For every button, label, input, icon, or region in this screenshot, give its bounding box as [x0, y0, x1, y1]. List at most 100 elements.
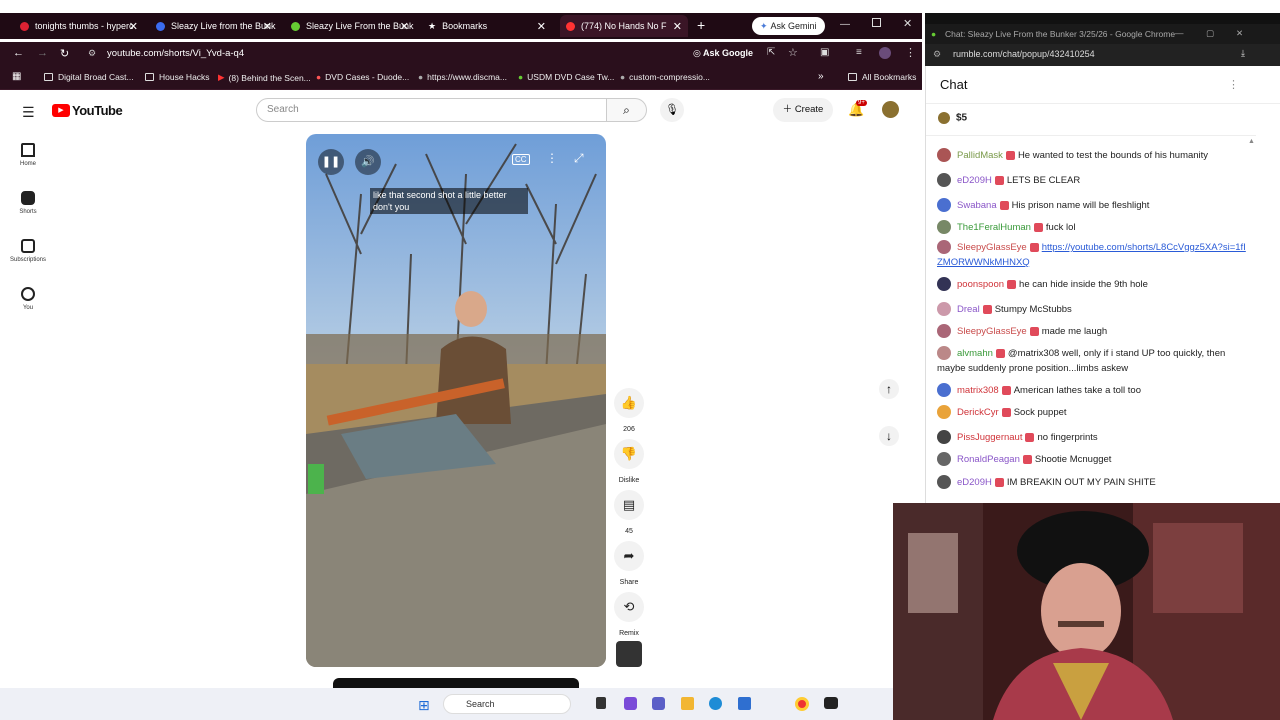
- search-button[interactable]: ⌕: [607, 98, 647, 122]
- download-icon[interactable]: ⤓: [1241, 48, 1245, 59]
- youtube-logo[interactable]: ▶ YouTube: [52, 103, 123, 118]
- bookmark-item[interactable]: ▶ (8) Behind the Scen...: [218, 72, 311, 83]
- chat-username[interactable]: poonspoon: [957, 279, 1004, 290]
- url-field[interactable]: youtube.com/shorts/Vi_Yvd-a-q4: [107, 48, 244, 59]
- taskbar-search[interactable]: Search: [443, 694, 571, 714]
- comments-button[interactable]: ▤ 45: [614, 490, 644, 535]
- chat-username[interactable]: SleepyGlassEye: [957, 326, 1027, 337]
- tip-pill[interactable]: $5: [938, 112, 967, 124]
- maximize-button[interactable]: ▢: [1206, 28, 1214, 39]
- volume-button[interactable]: 🔊: [355, 149, 381, 175]
- store-icon[interactable]: [738, 697, 751, 710]
- short-video-player[interactable]: ❚❚ 🔊 CC ⋮ ⤢ like that second shot a litt…: [306, 134, 606, 667]
- like-button[interactable]: 👍 206: [614, 388, 644, 433]
- task-view-icon[interactable]: [596, 697, 606, 709]
- account-avatar[interactable]: [882, 101, 899, 118]
- chat-username[interactable]: PallidMask: [957, 150, 1003, 161]
- chat-username[interactable]: eD209H: [957, 175, 992, 186]
- tab-3[interactable]: Sleazy Live From the Bunk ✕: [285, 15, 415, 37]
- profile-avatar[interactable]: [879, 47, 891, 59]
- more-bookmarks-icon[interactable]: »: [818, 71, 824, 82]
- chat-url[interactable]: rumble.com/chat/popup/432410254: [953, 49, 1095, 59]
- edge-icon[interactable]: [709, 697, 722, 710]
- more-options-icon[interactable]: ⋮: [546, 151, 558, 165]
- tab-4[interactable]: ★ Bookmarks ✕: [422, 15, 552, 37]
- user-avatar[interactable]: [937, 430, 951, 445]
- menu-icon[interactable]: ⋮: [905, 46, 916, 59]
- bookmark-item[interactable]: ● DVD Cases - Duode...: [316, 72, 409, 82]
- minimize-button[interactable]: —: [1175, 28, 1184, 38]
- user-avatar[interactable]: [937, 324, 951, 339]
- chat-username[interactable]: SleepyGlassEye: [957, 242, 1027, 253]
- bookmark-item[interactable]: ● USDM DVD Case Tw...: [518, 72, 614, 82]
- chat-options-icon[interactable]: ⋮: [1228, 78, 1239, 91]
- captions-cc-icon[interactable]: CC: [512, 154, 530, 165]
- next-short-button[interactable]: ↓: [879, 426, 899, 446]
- pause-button[interactable]: ❚❚: [318, 149, 344, 175]
- chat-username[interactable]: Swabana: [957, 200, 997, 211]
- share-button[interactable]: ➦ Share: [614, 541, 644, 586]
- site-info-icon[interactable]: ⚙: [88, 48, 96, 59]
- apps-icon[interactable]: ▦: [12, 71, 21, 82]
- media-icon[interactable]: ≡: [856, 47, 862, 58]
- back-icon[interactable]: ←: [13, 47, 24, 59]
- teams-icon[interactable]: [652, 697, 665, 710]
- sound-thumbnail[interactable]: [616, 641, 642, 667]
- ask-google-button[interactable]: ◎ Ask Google: [693, 48, 753, 59]
- bookmark-star-icon[interactable]: ☆: [788, 46, 798, 59]
- previous-short-button[interactable]: ↑: [879, 379, 899, 399]
- new-tab-button[interactable]: +: [697, 17, 705, 33]
- all-bookmarks[interactable]: All Bookmarks: [848, 72, 916, 82]
- user-avatar[interactable]: [937, 405, 951, 420]
- extensions-icon[interactable]: ▣: [820, 47, 829, 58]
- chat-username[interactable]: matrix308: [957, 385, 999, 396]
- close-icon[interactable]: ✕: [400, 20, 409, 33]
- user-avatar[interactable]: [937, 240, 951, 255]
- user-avatar[interactable]: [937, 302, 951, 317]
- nav-home[interactable]: Home: [8, 143, 48, 167]
- nav-you[interactable]: You: [8, 287, 48, 311]
- user-avatar[interactable]: [937, 198, 951, 213]
- close-window-button[interactable]: ✕: [903, 17, 912, 30]
- close-icon[interactable]: ✕: [263, 20, 272, 33]
- hamburger-menu-icon[interactable]: ☰: [22, 104, 35, 121]
- site-info-icon[interactable]: ⚙: [933, 49, 941, 60]
- user-avatar[interactable]: [937, 277, 951, 292]
- chat-username[interactable]: The1FeralHuman: [957, 222, 1031, 233]
- maximize-button[interactable]: [872, 18, 881, 27]
- file-explorer-icon[interactable]: [681, 697, 694, 710]
- user-avatar[interactable]: [937, 475, 951, 490]
- user-avatar[interactable]: [937, 346, 951, 361]
- tab-5-active[interactable]: (774) No Hands No F ✕: [560, 15, 688, 37]
- scroll-up-arrow[interactable]: ▲: [1248, 138, 1255, 145]
- bookmark-item[interactable]: ● https://www.discma...: [418, 72, 507, 82]
- chat-username[interactable]: PissJuggernaut: [957, 432, 1022, 443]
- bookmark-item[interactable]: Digital Broad Cast...: [44, 72, 134, 82]
- cast-icon[interactable]: ⇱: [767, 47, 775, 58]
- fullscreen-icon[interactable]: ⤢: [574, 151, 584, 166]
- minimize-button[interactable]: —: [840, 19, 850, 30]
- ask-gemini-button[interactable]: ✦ Ask Gemini: [752, 17, 825, 35]
- user-avatar[interactable]: [937, 452, 951, 467]
- chat-username[interactable]: DerickCyr: [957, 407, 999, 418]
- nav-subscriptions[interactable]: Subscriptions: [8, 239, 48, 263]
- close-icon[interactable]: ✕: [537, 20, 546, 33]
- close-window-button[interactable]: ✕: [1236, 28, 1243, 39]
- chat-username[interactable]: Dreal: [957, 304, 980, 315]
- nav-shorts[interactable]: Shorts: [8, 191, 48, 215]
- chat-username[interactable]: RonaldPeagan: [957, 454, 1020, 465]
- dislike-button[interactable]: 👎 Dislike: [614, 439, 644, 484]
- user-avatar[interactable]: [937, 220, 951, 235]
- user-avatar[interactable]: [937, 383, 951, 398]
- copilot-icon[interactable]: [624, 697, 637, 710]
- user-avatar[interactable]: [937, 173, 951, 188]
- user-avatar[interactable]: [937, 148, 951, 163]
- voice-search-button[interactable]: 🎙: [660, 98, 684, 122]
- close-icon[interactable]: ✕: [673, 20, 682, 33]
- bookmark-item[interactable]: House Hacks: [145, 72, 210, 82]
- chrome-icon[interactable]: [795, 697, 809, 711]
- chat-username[interactable]: eD209H: [957, 477, 992, 488]
- remix-button[interactable]: ⟲ Remix: [614, 592, 644, 637]
- app-icon[interactable]: [824, 697, 838, 709]
- bookmark-item[interactable]: ● custom-compressio...: [620, 72, 710, 82]
